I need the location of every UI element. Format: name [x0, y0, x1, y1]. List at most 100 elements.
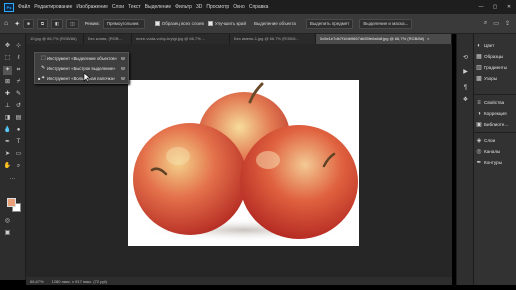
libraries-icon: ▣ [476, 122, 482, 128]
hand-tool-icon[interactable]: ✋ [3, 162, 12, 171]
panel-properties[interactable]: ≡ Свойства [474, 97, 516, 108]
auto-enhance-checkbox[interactable]: Улучшить край [207, 21, 246, 26]
dodge-tool-icon[interactable]: ● [14, 126, 23, 135]
panel-gradients[interactable]: ▥ Градиенты [474, 62, 516, 73]
channels-icon: ◎ [476, 149, 482, 155]
gradient-icon: ▥ [476, 65, 482, 71]
brush-settings-icon[interactable]: ❖ [461, 96, 470, 105]
properties-icon: ≡ [477, 99, 481, 106]
panel-libraries[interactable]: ▣ Библиоте... [474, 119, 516, 130]
workspace-icon[interactable]: ▭ [493, 20, 499, 27]
foreground-color-swatch[interactable] [7, 198, 16, 207]
panel-swatches[interactable]: ▦ Образцы [474, 51, 516, 62]
tab-document[interactable]: Без копия, (RGB... [84, 34, 132, 44]
maximize-icon[interactable]: ▢ [488, 4, 502, 10]
flyout-quick-selection[interactable]: ✎ Инструмент «Быстрое выделение» W [35, 63, 128, 73]
artboard-tool-icon[interactable]: ⊹ [14, 42, 23, 51]
add-selection-icon[interactable]: ⧉ [36, 18, 49, 29]
healing-brush-icon[interactable]: ✚ [3, 90, 12, 99]
close-icon[interactable]: ✕ [502, 4, 516, 10]
menu-type[interactable]: Текст [128, 4, 141, 10]
menu-filter[interactable]: Фильтр [175, 4, 192, 10]
panel-patterns[interactable]: ▩ Узоры [474, 73, 516, 84]
menu-3d[interactable]: 3D [196, 4, 202, 10]
paragraph-icon[interactable]: ¶ [461, 84, 470, 93]
clone-stamp-icon[interactable]: ⊥ [3, 102, 12, 111]
panel-label: Цвет [484, 43, 495, 48]
select-and-mask-button[interactable]: Выделение и маска... [359, 18, 413, 29]
lasso-tool-icon[interactable]: ℓ [14, 54, 23, 63]
zoom-tool-icon[interactable]: ⌕ [14, 162, 23, 171]
tab-document[interactable]: more-voda-volny-brylgi.jpg @ 66,7% ... [132, 34, 230, 44]
panel-label: Свойства [484, 100, 505, 105]
collapsed-panel-strip: ⟲ ▶ ¶ ❖ [456, 34, 474, 285]
tab-label: 10.jpg @ 66,7% (RGB/8#) [30, 36, 77, 41]
apples-image [133, 82, 358, 242]
screen-mode-icon[interactable]: ▣ [3, 229, 12, 238]
crop-tool-icon[interactable]: ⌗ [14, 66, 23, 75]
menu-help[interactable]: Справка [249, 4, 269, 10]
minimize-icon[interactable]: — [474, 4, 488, 10]
blur-tool-icon[interactable]: 💧 [3, 126, 12, 135]
menu-layers[interactable]: Слои [112, 4, 124, 10]
type-tool-icon[interactable]: T [14, 138, 23, 147]
new-selection-icon[interactable]: ■ [23, 18, 34, 29]
menu-image[interactable]: Изображение [76, 4, 108, 10]
quick-mask-icon[interactable]: ◎ [3, 217, 12, 226]
tool-flyout-menu: ⬚ Инструмент «Выделение объектов» W ✎ Ин… [34, 52, 129, 84]
menu-view[interactable]: Просмотр [206, 4, 229, 10]
close-tab-icon[interactable]: × [427, 36, 429, 41]
subject-label[interactable]: Выделение объекта [254, 21, 296, 26]
rectangle-tool-icon[interactable]: ▭ [14, 150, 23, 159]
flyout-label: Инструмент «Выделение объектов» [47, 55, 118, 61]
more-tools-icon[interactable]: ··· [8, 175, 17, 184]
options-bar: ⌂ ✦ ■ ⧉ ◧ ◫ Режим: Прямоугольник Образец… [0, 14, 516, 34]
menu-select[interactable]: Выделение [145, 4, 172, 10]
share-icon[interactable]: ⇪ [505, 20, 510, 27]
tab-document[interactable]: Без имени-1.jpg @ 66,7% (RGB/8... [230, 34, 316, 44]
menu-file[interactable]: Файл [18, 4, 30, 10]
intersect-selection-icon[interactable]: ◫ [66, 18, 79, 29]
frame-tool-icon[interactable]: ⊠ [3, 78, 12, 87]
search-icon[interactable]: ⌕ [484, 20, 487, 27]
panel-label: Коррекция [484, 111, 507, 116]
home-icon[interactable]: ⌂ [4, 20, 8, 27]
panel-paths[interactable]: ✒ Контуры [474, 157, 516, 168]
flyout-object-selection[interactable]: ⬚ Инструмент «Выделение объектов» W [35, 53, 128, 63]
pen-tool-icon[interactable]: ✒ [3, 138, 12, 147]
panel-layers[interactable]: ◈ Слои [474, 135, 516, 146]
select-subject-button[interactable]: Выделить предмет [305, 18, 354, 29]
zoom-level[interactable]: 66,67% [30, 279, 44, 284]
marquee-tool-icon[interactable]: ⬚ [3, 54, 12, 63]
history-brush-icon[interactable]: ↺ [14, 102, 23, 111]
document-canvas[interactable] [128, 80, 359, 246]
checkbox-box [154, 21, 160, 26]
move-tool-icon[interactable]: ✥ [3, 42, 12, 51]
panel-channels[interactable]: ◎ Каналы [474, 146, 516, 157]
panel-label: Образцы [484, 54, 504, 59]
flyout-magic-wand[interactable]: ■ ✦ Инструмент «Волшебная палочка» W [35, 73, 128, 83]
color-panel-group: ◐ Цвет ▦ Образцы ▥ Градиенты ▩ Узоры [474, 40, 516, 84]
pattern-icon: ▩ [476, 76, 482, 82]
magic-wand-tool-icon[interactable]: ✦ [3, 66, 12, 75]
tab-document[interactable]: 10.jpg @ 66,7% (RGB/8#) [26, 34, 84, 44]
brush-tool-icon[interactable]: ✎ [14, 90, 23, 99]
menu-edit[interactable]: Редактирование [34, 4, 72, 10]
flyout-shortcut: W [121, 55, 125, 61]
magic-wand-icon[interactable]: ✦ [14, 20, 20, 28]
tab-document-active[interactable]: 0c5e1e7db7f1fdb9667db55fe0a6df.jpg @ 66,… [316, 34, 452, 44]
gradient-tool-icon[interactable]: ▤ [14, 114, 23, 123]
eraser-tool-icon[interactable]: ◨ [3, 114, 12, 123]
history-icon[interactable]: ⟲ [461, 54, 470, 63]
tools-panel: ✥ ⊹ ⬚ ℓ ✦ ⌗ ⊠ ⌿ ✚ ✎ ⊥ ↺ ◨ ▤ 💧 ● ✒ T ➤ ▭ … [0, 34, 26, 280]
path-selection-icon[interactable]: ➤ [3, 150, 12, 159]
document-tabs: 10.jpg @ 66,7% (RGB/8#) Без копия, (RGB.… [26, 34, 452, 44]
sample-all-layers-checkbox[interactable]: Образец всех слоев [154, 21, 204, 26]
actions-icon[interactable]: ▶ [461, 68, 470, 77]
menu-window[interactable]: Окно [233, 4, 245, 10]
subtract-selection-icon[interactable]: ◧ [51, 18, 64, 29]
panel-adjustments[interactable]: ◑ Коррекция [474, 108, 516, 119]
eyedropper-tool-icon[interactable]: ⌿ [14, 78, 23, 87]
mode-select[interactable]: Прямоугольник [102, 18, 145, 29]
panel-color[interactable]: ◐ Цвет [474, 40, 516, 51]
